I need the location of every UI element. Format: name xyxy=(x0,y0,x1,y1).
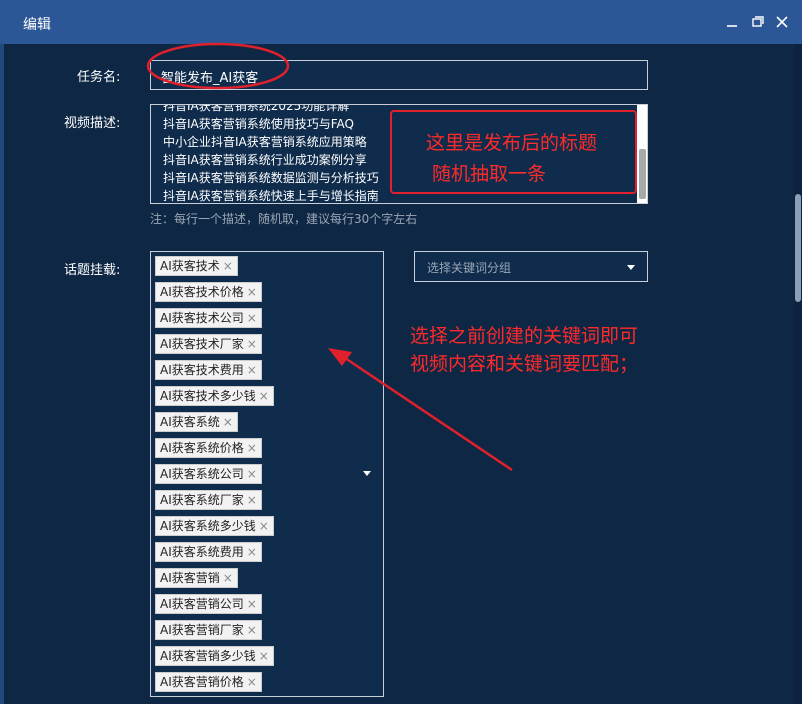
topic-tag-label: AI获客营销 xyxy=(160,571,220,585)
tag-remove-icon[interactable]: × xyxy=(223,259,233,273)
keyword-group-caret-icon xyxy=(627,265,635,270)
dialog-scrollbar[interactable] xyxy=(794,44,802,704)
tag-remove-icon[interactable]: × xyxy=(259,389,269,403)
tag-remove-icon[interactable]: × xyxy=(247,311,257,325)
tag-remove-icon[interactable]: × xyxy=(247,441,257,455)
topic-tag-label: AI获客系统价格 xyxy=(160,441,244,455)
topic-tag: AI获客营销公司 × xyxy=(155,594,262,614)
topic-tag: AI获客营销价格 × xyxy=(155,672,262,692)
tag-remove-icon[interactable]: × xyxy=(259,649,269,663)
topic-tag-label: AI获客系统多少钱 xyxy=(160,519,256,533)
topic-tag: AI获客系统厂家 × xyxy=(155,490,262,510)
tag-remove-icon[interactable]: × xyxy=(247,285,257,299)
tag-remove-icon[interactable]: × xyxy=(247,675,257,689)
topic-tag: AI获客系统公司 × xyxy=(155,464,262,484)
topic-tag-label: AI获客技术公司 xyxy=(160,311,244,325)
topic-tag: AI获客营销厂家 × xyxy=(155,620,262,640)
topic-tag: AI获客系统 × xyxy=(155,412,238,432)
annotation-box: 这里是发布后的标题 随机抽取一条 xyxy=(390,110,637,194)
task-name-label: 任务名: xyxy=(77,70,121,85)
keyword-group-select[interactable]: 选择关键词分组 xyxy=(414,251,648,282)
tags-dropdown-caret-icon[interactable] xyxy=(363,471,371,476)
window-title: 编辑 xyxy=(23,17,51,33)
description-hint: 注：每行一个描述，随机取，建议每行30个字左右 xyxy=(150,212,418,226)
topic-tags-multiselect[interactable]: AI获客技术 × AI获客技术价格 × AI获客技术公司 × AI获客技术厂家 × AI获客技术… xyxy=(150,251,384,697)
topic-tag: AI获客系统费用 × xyxy=(155,542,262,562)
topic-tag: AI获客系统多少钱 × xyxy=(155,516,274,536)
description-line: 抖音IA获客营销系统使用技巧与FAQ xyxy=(163,117,354,131)
left-panel-edge xyxy=(0,44,4,704)
description-scrollbar[interactable] xyxy=(637,105,647,203)
topic-tag-label: AI获客技术多少钱 xyxy=(160,389,256,403)
video-description-label: 视频描述: xyxy=(64,116,121,131)
description-line: 中小企业抖音IA获客营销系统应用策略 xyxy=(163,135,367,149)
annotation-box-line1: 这里是发布后的标题 xyxy=(426,132,598,154)
maximize-icon[interactable] xyxy=(747,12,767,32)
tag-remove-icon[interactable]: × xyxy=(247,337,257,351)
tag-remove-icon[interactable]: × xyxy=(247,545,257,559)
topic-tag-label: AI获客技术价格 xyxy=(160,285,244,299)
description-line: 抖音IA获客营销系统行业成功案例分享 xyxy=(163,153,367,167)
tag-remove-icon[interactable]: × xyxy=(223,415,233,429)
tag-remove-icon[interactable]: × xyxy=(247,493,257,507)
topic-tag-label: AI获客技术费用 xyxy=(160,363,244,377)
title-bar: 编辑 xyxy=(0,0,802,44)
close-icon[interactable] xyxy=(772,12,792,32)
description-lines: 抖音IA获客营销系统2025功能详解 抖音IA获客营销系统使用技巧与FAQ 中小… xyxy=(163,104,379,203)
topic-tag-label: AI获客系统费用 xyxy=(160,545,244,559)
tag-remove-icon[interactable]: × xyxy=(247,467,257,481)
topic-tag-label: AI获客营销公司 xyxy=(160,597,244,611)
topic-tag: AI获客系统价格 × xyxy=(155,438,262,458)
dialog-scrollbar-thumb[interactable] xyxy=(795,194,801,302)
topic-tag: AI获客技术公司 × xyxy=(155,308,262,328)
annotation-keyword-line1: 选择之前创建的关键词即可 xyxy=(410,325,639,347)
topic-tag: AI获客技术价格 × xyxy=(155,282,262,302)
topic-tag: AI获客技术费用 × xyxy=(155,360,262,380)
description-line: 抖音IA获客营销系统快速上手与增长指南 xyxy=(163,189,379,203)
topic-tag-label: AI获客系统公司 xyxy=(160,467,244,481)
tag-remove-icon[interactable]: × xyxy=(247,363,257,377)
topic-tag: AI获客技术 × xyxy=(155,256,238,276)
minimize-icon[interactable] xyxy=(722,12,742,32)
topic-tag-label: AI获客技术 xyxy=(160,259,220,273)
topic-tag: AI获客营销 × xyxy=(155,568,238,588)
tag-remove-icon[interactable]: × xyxy=(247,623,257,637)
topic-tag-label: AI获客营销价格 xyxy=(160,675,244,689)
topic-tag-label: AI获客系统厂家 xyxy=(160,493,244,507)
topic-tag: AI获客技术厂家 × xyxy=(155,334,262,354)
topic-tag: AI获客营销多少钱 × xyxy=(155,646,274,666)
topic-label: 话题挂载: xyxy=(64,263,121,278)
tag-remove-icon[interactable]: × xyxy=(247,597,257,611)
annotation-keyword-line2: 视频内容和关键词要匹配； xyxy=(410,353,639,375)
description-line: 抖音IA获客营销系统2025功能详解 xyxy=(163,104,350,113)
description-scrollbar-thumb[interactable] xyxy=(639,149,646,199)
annotation-box-line2: 随机抽取一条 xyxy=(432,163,547,185)
topic-tag-label: AI获客技术厂家 xyxy=(160,337,244,351)
description-line: 抖音IA获客营销系统数据监测与分析技巧 xyxy=(163,171,379,185)
topic-tag-label: AI获客系统 xyxy=(160,415,220,429)
topic-tag-label: AI获客营销厂家 xyxy=(160,623,244,637)
tag-remove-icon[interactable]: × xyxy=(223,571,233,585)
topic-tag: AI获客技术多少钱 × xyxy=(155,386,274,406)
keyword-group-placeholder: 选择关键词分组 xyxy=(427,261,512,275)
topic-tag-label: AI获客营销多少钱 xyxy=(160,649,256,663)
task-name-input[interactable]: 智能发布_AI获客 xyxy=(150,60,648,90)
tag-remove-icon[interactable]: × xyxy=(259,519,269,533)
